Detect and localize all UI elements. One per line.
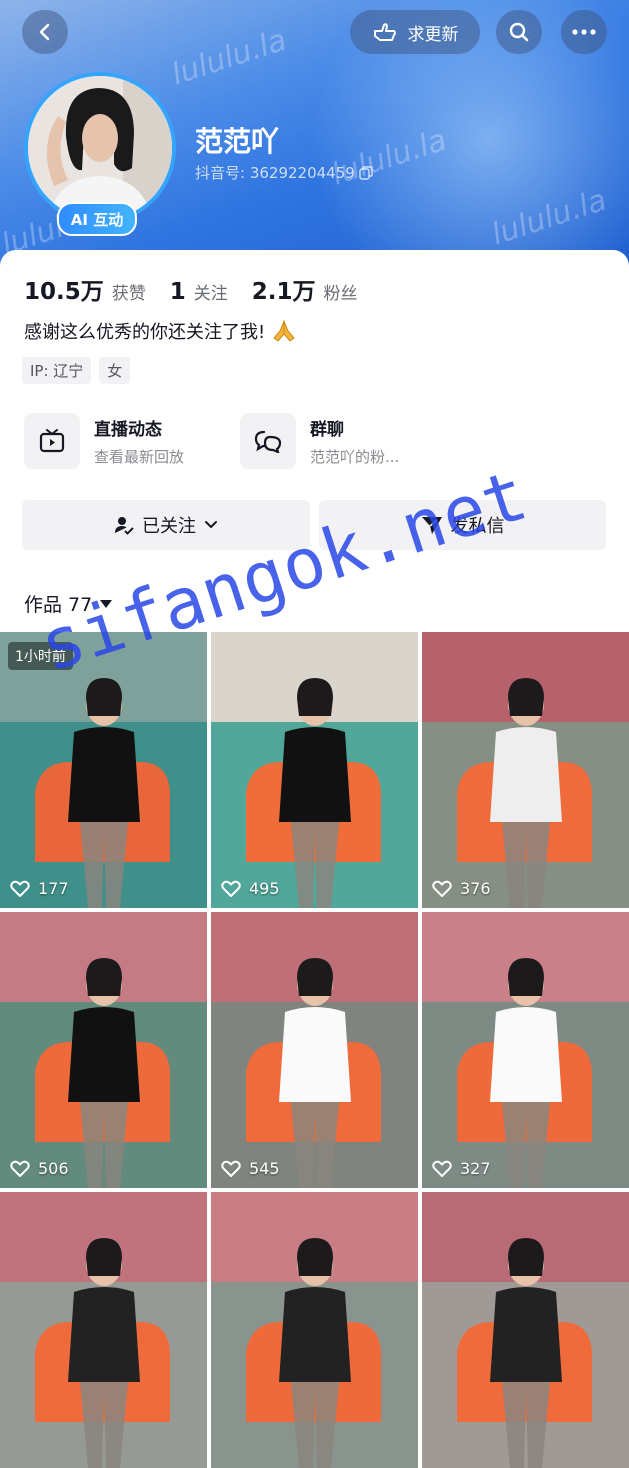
live-activity-title: 直播动态 — [94, 420, 162, 440]
gender-tag: 女 — [99, 357, 131, 384]
video-tile[interactable]: 327 — [422, 912, 629, 1188]
video-thumbnail — [211, 912, 418, 1188]
likes-count: 10.5万 — [24, 279, 104, 305]
following-button[interactable]: 已关注 — [22, 500, 310, 550]
video-thumbnail — [211, 1192, 418, 1468]
hand-pointer-icon — [373, 23, 396, 41]
request-update-label: 求更新 — [407, 24, 459, 45]
video-tile[interactable]: 376 — [422, 632, 629, 908]
like-count: 376 — [460, 879, 491, 898]
chat-bubbles-icon — [254, 430, 282, 453]
profile-tags: IP: 辽宁 女 — [22, 357, 131, 384]
followers-count[interactable]: 2.1万 — [252, 272, 316, 306]
video-likes: 545 — [221, 1159, 280, 1178]
bio-text: 感谢这么优秀的你还关注了我! — [24, 322, 266, 343]
like-count: 506 — [38, 1159, 69, 1178]
video-thumbnail — [211, 632, 418, 908]
heart-outline-icon — [10, 880, 30, 897]
time-badge: 1小时前 — [8, 642, 73, 670]
video-likes: 327 — [432, 1159, 491, 1178]
like-count: 177 — [38, 879, 69, 898]
video-tile[interactable]: 506 — [0, 912, 207, 1188]
video-tile[interactable] — [422, 1192, 629, 1468]
video-thumbnail — [0, 912, 207, 1188]
live-activity-entry[interactable]: 直播动态 查看最新回放 — [24, 413, 184, 469]
like-count: 495 — [249, 879, 280, 898]
search-button[interactable] — [496, 10, 542, 54]
ai-interaction-badge[interactable]: AI 互动 — [57, 202, 137, 236]
following-label[interactable]: 关注 — [194, 279, 228, 304]
live-activity-subtitle: 查看最新回放 — [94, 448, 185, 466]
douyin-id-text: 抖音号: 36292204459 — [195, 164, 355, 182]
video-thumbnail — [422, 912, 629, 1188]
back-button[interactable] — [22, 10, 68, 54]
video-tile[interactable] — [211, 1192, 418, 1468]
video-likes: 506 — [10, 1159, 69, 1178]
group-chat-entry[interactable]: 群聊 范范吖的粉... — [240, 413, 399, 469]
caret-down-icon — [100, 599, 113, 608]
video-tile[interactable] — [0, 1192, 207, 1468]
chevron-down-icon — [205, 521, 217, 529]
works-count-label: 作品 77 — [24, 594, 93, 616]
search-icon — [509, 22, 529, 42]
copy-icon[interactable] — [359, 165, 373, 180]
request-update-button[interactable]: 求更新 — [350, 10, 480, 54]
video-tile[interactable]: 545 — [211, 912, 418, 1188]
profile-stats: 10.5万 获赞 1 关注 2.1万 粉丝 — [24, 272, 382, 306]
send-message-button[interactable]: 发私信 — [319, 500, 606, 550]
user-check-icon — [115, 517, 134, 535]
video-thumbnail — [0, 1192, 207, 1468]
profile-bio: 感谢这么优秀的你还关注了我! — [24, 318, 297, 344]
video-likes: 376 — [432, 879, 491, 898]
video-thumbnail — [422, 632, 629, 908]
group-chat-subtitle: 范范吖的粉... — [310, 448, 400, 466]
more-button[interactable] — [561, 10, 607, 54]
chevron-left-icon — [39, 23, 50, 41]
heart-outline-icon — [221, 880, 241, 897]
likes-label: 获赞 — [111, 284, 146, 304]
paper-plane-icon — [421, 517, 442, 534]
ip-location-tag: IP: 辽宁 — [22, 357, 92, 384]
praying-hands-icon — [273, 319, 295, 342]
like-count: 545 — [249, 1159, 280, 1178]
more-dots-icon — [572, 29, 596, 35]
send-message-label: 发私信 — [450, 516, 505, 537]
video-tile[interactable]: 1小时前 177 — [0, 632, 207, 908]
profile-nickname: 范范吖 — [195, 125, 280, 158]
tv-icon — [39, 429, 65, 453]
like-count: 327 — [460, 1159, 491, 1178]
video-thumbnail — [0, 632, 207, 908]
heart-outline-icon — [432, 880, 452, 897]
video-tile[interactable]: 495 — [211, 632, 418, 908]
group-chat-title: 群聊 — [310, 420, 344, 440]
douyin-id: 抖音号: 36292204459 — [195, 162, 373, 183]
video-likes: 495 — [221, 879, 280, 898]
following-label: 已关注 — [142, 516, 196, 537]
following-count[interactable]: 1 — [170, 279, 186, 305]
video-thumbnail — [422, 1192, 629, 1468]
heart-outline-icon — [432, 1160, 452, 1177]
followers-label[interactable]: 粉丝 — [324, 279, 358, 304]
works-tab[interactable]: 作品 77 — [24, 590, 113, 617]
heart-outline-icon — [221, 1160, 241, 1177]
video-likes: 177 — [10, 879, 69, 898]
heart-outline-icon — [10, 1160, 30, 1177]
